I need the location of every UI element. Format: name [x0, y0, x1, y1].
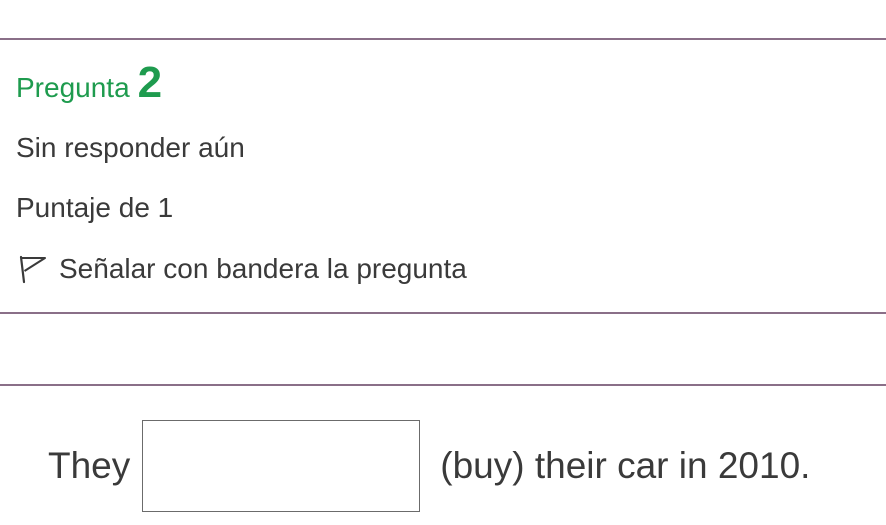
question-heading: Pregunta 2: [16, 58, 162, 108]
question-number: 2: [137, 58, 163, 107]
question-status: Sin responder aún: [16, 132, 245, 163]
question-sentence: They (buy) their car in 2010.: [48, 418, 810, 514]
question-label: Pregunta: [16, 72, 130, 103]
answer-input[interactable]: [142, 420, 421, 512]
sentence-before-blank: They: [48, 445, 131, 486]
flag-question-link[interactable]: Señalar con bandera la pregunta: [16, 252, 467, 286]
content-divider: [0, 384, 886, 386]
top-divider: [0, 38, 886, 40]
flag-question-label: Señalar con bandera la pregunta: [59, 253, 467, 284]
flag-outline-icon: [16, 252, 50, 286]
sentence-after-blank: (buy) their car in 2010.: [440, 445, 811, 486]
question-score: Puntaje de 1: [16, 192, 174, 223]
info-divider: [0, 312, 886, 314]
